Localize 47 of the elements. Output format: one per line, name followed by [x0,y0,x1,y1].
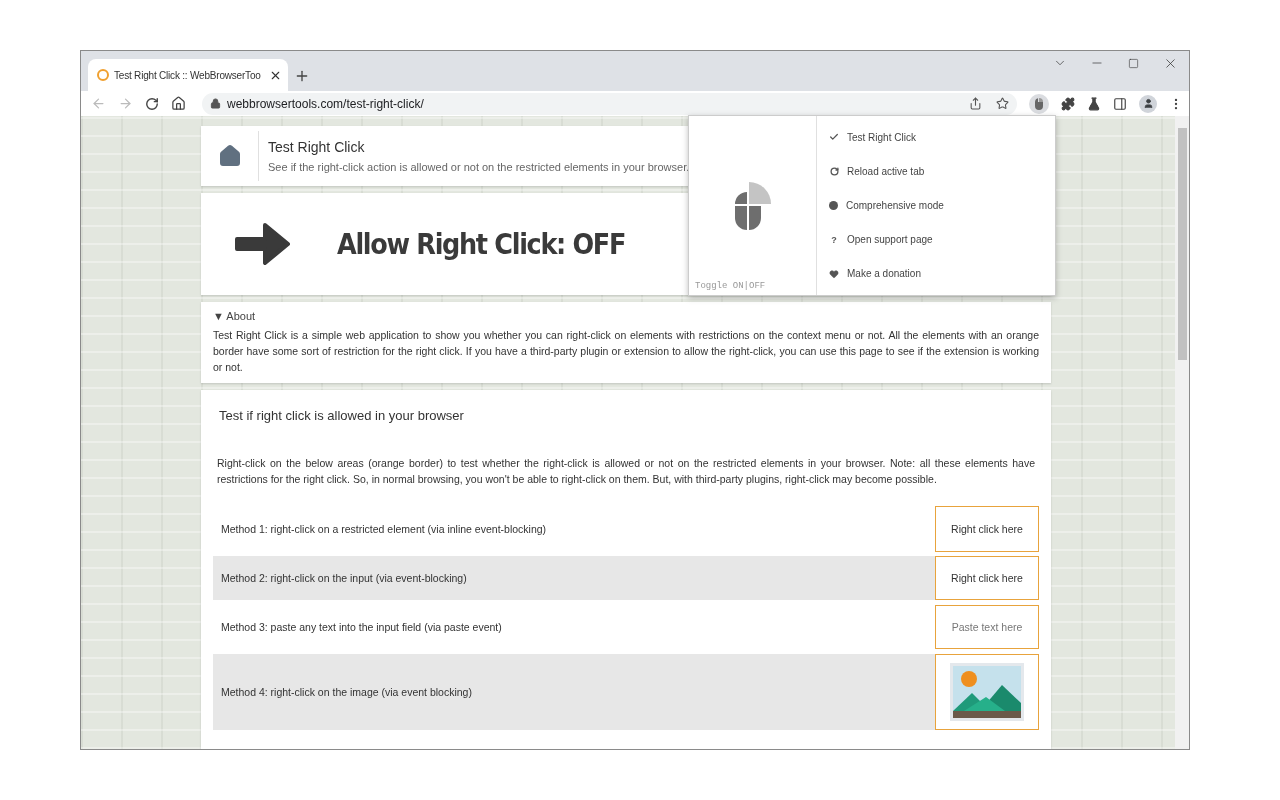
method-label: Method 2: right-click on the input (via event-blocking) [221,572,467,584]
reload-icon[interactable] [145,96,159,111]
page-title: Test Right Click [268,139,366,155]
popup-menu-item[interactable]: Reload active tab [829,165,1055,177]
reload-icon [829,166,839,176]
input-field[interactable]: Right click here [935,556,1039,600]
heart-icon [829,268,839,279]
input-field[interactable]: Paste text here [935,605,1039,649]
share-icon[interactable] [969,97,982,110]
arrow-right-icon [233,222,291,266]
popup-menu-item[interactable]: Make a donation [829,268,1055,280]
profile-icon[interactable] [1139,94,1157,113]
mouse-icon[interactable] [1029,93,1049,114]
method-label: Method 4: right-click on the image (via event blocking) [221,686,472,698]
mouse-icon[interactable] [732,179,773,232]
browser-tab[interactable]: Test Right Click :: WebBrowserToo [88,59,288,91]
popup-menu-item[interactable]: ? Open support page [829,234,1055,246]
page-subtitle: See if the right-click action is allowed or not on the restricted elements in your browser. [268,161,690,173]
flask-icon[interactable] [1087,96,1101,111]
home-icon[interactable] [217,144,242,168]
popup-menu-item[interactable]: Test Right Click [829,131,1055,143]
menu-item-label: Test Right Click [847,131,916,143]
menu-item-label: Make a donation [847,268,921,280]
status-heading: Allow Right Click: OFF [337,227,626,261]
menu-item-label: Reload active tab [847,165,925,177]
address-bar[interactable]: webbrowsertools.com/test-right-click/ [202,92,1017,115]
menu-item-label: Open support page [847,234,933,246]
about-text: Test Right Click is a simple web application to show you whether you can right-click on elements with restrictions on the context menu or not. All the elements with an orange border have some sort of restriction for the right click. If you have a third-party plugin or extension to allow the right-click, you can use this page to see if the extension is working or not. [213,328,1039,375]
menu-item-label: Comprehensive mode [846,199,944,211]
puzzle-icon[interactable] [1061,96,1075,111]
about-toggle[interactable]: ▼ About [213,310,256,322]
home-icon[interactable] [171,96,186,111]
check-icon [829,132,839,143]
dot-icon [829,200,838,210]
section-title: Test if right click is allowed in your browser [218,408,465,423]
method-label: Method 1: right-click on a restricted element (via inline event-blocking) [221,523,547,535]
right-click-area[interactable]: Right click here [935,506,1039,552]
favicon-icon [97,69,109,81]
lock-icon [210,98,221,109]
popup-menu-item[interactable]: Comprehensive mode [829,199,1055,211]
new-tab-icon[interactable] [294,68,310,84]
method-label: Method 3: paste any text into the input field (via paste event) [221,621,502,633]
scrollbar-thumb[interactable] [1177,128,1187,360]
intro-text: Right-click on the below areas (orange border) to test whether the right-click is allowed or not on the restricted elements in your browser. Note: all these elements have restrictions for the right click. So, in normal browsing, you won't be able to right-click on them. But, with third-party plugins, right-click may become possible. [216,456,1036,487]
side-panel-icon[interactable] [1113,96,1127,111]
question-icon: ? [829,234,839,245]
star-icon[interactable] [996,97,1009,110]
